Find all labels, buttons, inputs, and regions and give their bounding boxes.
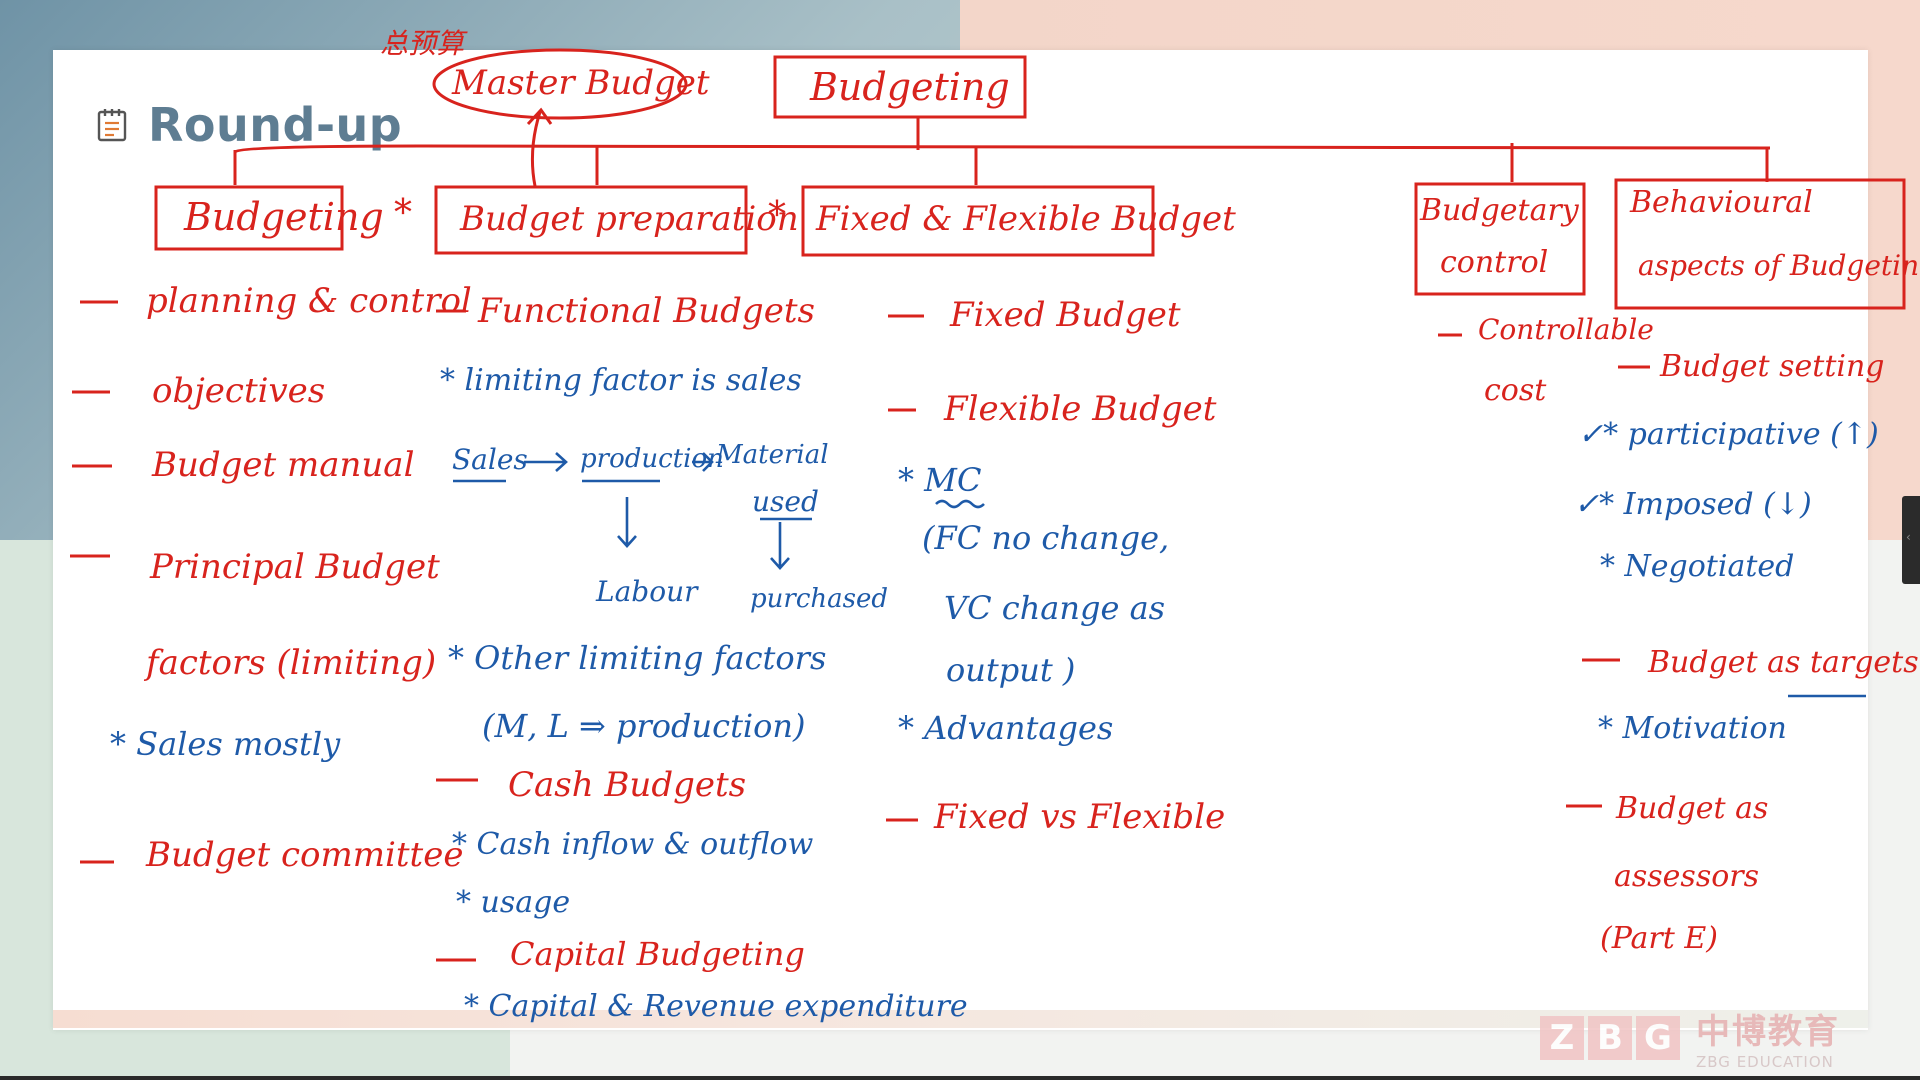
col-budgeting-item: Principal Budget xyxy=(150,547,440,587)
master-budget-label: Master Budget xyxy=(452,63,710,103)
col-behavioural-item: (Part E) xyxy=(1600,921,1718,956)
col-fixed-flexible-note: (FC no change, xyxy=(922,519,1170,557)
zbg-logo: Z B G 中博教育 ZBG EDUCATION xyxy=(1540,1004,1840,1071)
col-behavioural-item: Budget as targets xyxy=(1648,645,1919,680)
col-budgeting-note: * Sales mostly xyxy=(110,725,341,763)
col-budgeting-item: Budget manual xyxy=(152,445,415,485)
col-preparation-note: * usage xyxy=(456,885,571,920)
flow-production: production xyxy=(580,444,724,474)
col-fixed-flexible-note: * Advantages xyxy=(898,709,1114,747)
col-behavioural-header-line1: Behavioural xyxy=(1630,185,1813,220)
star-marker: * xyxy=(768,195,786,236)
logo-letter: G xyxy=(1636,1015,1680,1060)
col-preparation-note: * Cash inflow & outflow xyxy=(452,827,814,862)
col-fixed-flexible-note: VC change as xyxy=(944,589,1166,627)
flow-material: Material xyxy=(716,440,829,470)
col-preparation-note: * limiting factor is sales xyxy=(440,363,802,398)
logo-text: 中博教育 ZBG EDUCATION xyxy=(1696,1004,1840,1071)
col-control-header-line2: control xyxy=(1440,245,1549,280)
col-preparation-item: Cash Budgets xyxy=(508,765,747,805)
col-preparation-item: Functional Budgets xyxy=(478,291,815,331)
flow-purchased: purchased xyxy=(750,584,888,614)
col-budgeting-item: objectives xyxy=(152,371,326,411)
col-preparation-note: (M, L ⇒ production) xyxy=(482,707,806,745)
col-behavioural-item: assessors xyxy=(1614,859,1760,894)
zbg-letters: Z B G xyxy=(1540,1015,1680,1060)
col-budgeting-item: Budget committee xyxy=(146,835,464,875)
col-fixed-flexible-header: Fixed & Flexible Budget xyxy=(816,199,1236,239)
col-budgeting-item: factors (limiting) xyxy=(146,643,437,683)
flow-sales: Sales xyxy=(452,443,528,476)
logo-cn-text: 中博教育 xyxy=(1696,1012,1840,1052)
col-control-item: cost xyxy=(1484,373,1547,408)
col-budgeting-item: planning & control xyxy=(146,281,472,321)
col-behavioural-item: Budget setting xyxy=(1660,349,1885,384)
col-preparation-header: Budget preparation xyxy=(460,199,799,239)
col-fixed-flexible-item: Fixed vs Flexible xyxy=(934,797,1226,837)
logo-letter: B xyxy=(1588,1015,1632,1060)
page-title: Round-up xyxy=(148,98,403,152)
col-control-header-line1: Budgetary xyxy=(1420,193,1579,228)
col-behavioural-item: Budget as xyxy=(1616,791,1769,826)
col-control-item: Controllable xyxy=(1478,313,1654,346)
col-behavioural-note: * Motivation xyxy=(1598,711,1787,746)
col-fixed-flexible-item: Fixed Budget xyxy=(950,295,1181,335)
col-preparation-note: * Other limiting factors xyxy=(448,639,827,677)
master-budget-chinese-note: 总预算 xyxy=(380,27,465,60)
col-fixed-flexible-note: * MC xyxy=(898,461,982,499)
budgeting-root-label: Budgeting xyxy=(810,65,1010,109)
side-panel-handle[interactable]: ‹ xyxy=(1902,496,1920,584)
star-marker: * xyxy=(394,193,412,234)
logo-en-text: ZBG EDUCATION xyxy=(1696,1053,1834,1071)
col-behavioural-note: ✓* Imposed (↓) xyxy=(1574,487,1812,522)
notepad-icon xyxy=(97,109,127,142)
flow-used: used xyxy=(752,485,819,518)
slide-title-group: Round-up xyxy=(96,98,402,152)
bottom-edge-bar xyxy=(0,1076,1920,1080)
col-behavioural-note: ✓* participative (↑) xyxy=(1578,417,1879,452)
col-behavioural-header-line2: aspects of Budgeting xyxy=(1638,249,1920,282)
logo-letter: Z xyxy=(1540,1015,1584,1060)
col-behavioural-note: * Negotiated xyxy=(1600,549,1795,584)
col-preparation-item: Capital Budgeting xyxy=(510,935,805,973)
chevron-left-icon: ‹ xyxy=(1906,530,1911,544)
col-preparation-note: * Capital & Revenue expenditure xyxy=(464,989,968,1024)
col-fixed-flexible-item: Flexible Budget xyxy=(944,389,1217,429)
col-budgeting-header: Budgeting xyxy=(184,195,384,239)
col-fixed-flexible-note: output ) xyxy=(946,651,1076,689)
flow-labour: Labour xyxy=(596,575,698,608)
